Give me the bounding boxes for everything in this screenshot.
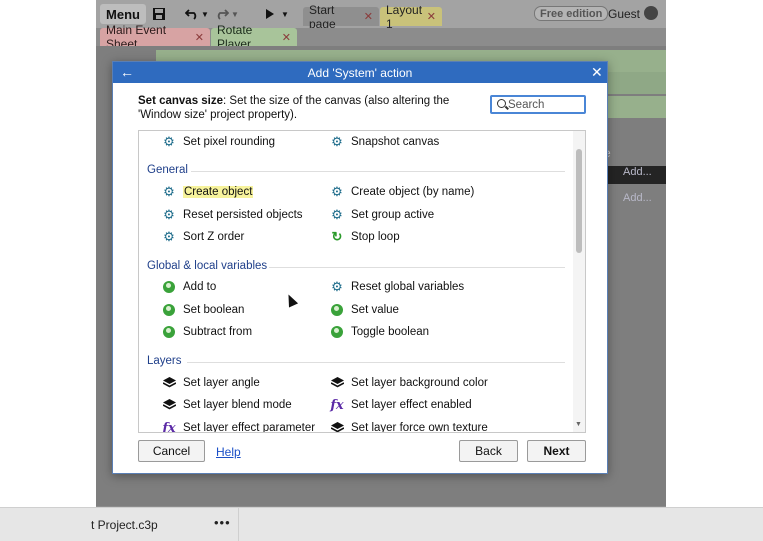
list-item[interactable]: Set layer force own texture [329,420,488,432]
description-title: Set canvas size [138,95,224,107]
gear-icon: ⚙ [163,184,175,199]
layers-icon [161,397,177,413]
list-item[interactable]: Set value [329,302,399,318]
search-input[interactable] [508,98,582,112]
menu-button[interactable]: Menu [100,4,146,24]
list-item[interactable]: ⚙ Reset global variables [329,279,464,295]
gear-icon: ⚙ [331,279,343,294]
list-item[interactable]: fx Set layer effect parameter [161,420,315,433]
dialog-title: Add 'System' action [307,66,413,80]
add-action-link[interactable]: Add... [623,192,652,204]
close-icon[interactable]: ✕ [591,64,603,81]
group-title-general: General [147,164,188,176]
close-icon[interactable]: ✕ [427,10,436,23]
close-icon[interactable]: ✕ [282,31,291,44]
list-item[interactable]: ⚙ Create object [161,184,254,200]
layers-icon [161,375,177,391]
action-description: Set canvas size: Set the size of the can… [138,94,483,122]
list-item[interactable]: ⚙ Create object (by name) [329,184,474,200]
add-action-dialog: ← Add 'System' action ✕ Set canvas size:… [112,61,608,474]
gear-icon: ⚙ [163,207,175,222]
scrollbar[interactable]: ▼ [573,131,585,432]
tab-label: Start page [309,2,336,31]
fx-icon: fx [162,420,176,433]
divider [191,171,565,172]
user-label[interactable]: Guest [608,7,640,21]
fx-icon: fx [330,397,344,413]
globe-icon [161,279,177,295]
list-item[interactable]: Toggle boolean [329,324,429,340]
group-title-layers: Layers [147,355,182,367]
help-link[interactable]: Help [216,445,241,459]
cancel-button[interactable]: Cancel [138,440,205,462]
list-item[interactable]: fx Set layer effect enabled [329,397,471,413]
list-item[interactable]: Set layer angle [161,375,260,391]
group-title-variables: Global & local variables [147,260,268,272]
back-button[interactable]: Back [459,440,518,462]
list-item[interactable]: ⚙ Sort Z order [161,229,244,245]
list-item[interactable]: Add to [161,279,216,295]
divider [269,267,565,268]
layers-icon [329,375,345,391]
globe-icon [161,324,177,340]
globe-icon [329,302,345,318]
undo-icon[interactable] [184,4,200,24]
list-item[interactable]: ⚙ Snapshot canvas [329,134,439,150]
sheet-tab-bar: Main Event Sheet ✕ Rotate Player ✕ [96,23,666,51]
redo-dropdown-icon[interactable]: ▼ [230,4,240,24]
list-item[interactable]: Set layer blend mode [161,397,292,413]
list-item[interactable]: ↻ Stop loop [329,229,400,245]
gear-icon: ⚙ [163,229,175,244]
add-action-link[interactable]: Add... [623,166,652,178]
undo-dropdown-icon[interactable]: ▼ [200,4,210,24]
list-item[interactable]: Subtract from [161,324,252,340]
project-name[interactable]: t Project.c3p [91,518,158,532]
edition-badge[interactable]: Free edition [534,6,609,21]
close-icon[interactable]: ✕ [195,31,204,44]
list-item[interactable]: ⚙ Set group active [329,207,434,223]
tab-rotate-player[interactable]: Rotate Player ✕ [211,23,297,51]
next-button[interactable]: Next [527,440,586,462]
divider [238,508,239,541]
list-item[interactable]: Set layer background color [329,375,488,391]
redo-icon[interactable] [214,4,230,24]
chevron-down-icon[interactable]: ▼ [575,421,582,428]
tab-label: Layout 1 [386,2,423,31]
search-box[interactable] [490,95,586,114]
list-item[interactable]: Set boolean [161,302,244,318]
gear-icon: ⚙ [331,207,343,222]
globe-icon [329,324,345,340]
avatar[interactable] [644,6,658,20]
dialog-titlebar: ← Add 'System' action ✕ [113,62,607,83]
globe-icon [161,302,177,318]
loop-icon: ↻ [331,229,343,244]
play-icon[interactable] [262,4,278,24]
action-list[interactable]: ⚙ Set pixel rounding ⚙ Snapshot canvas G… [138,130,586,433]
more-options-icon[interactable]: ••• [214,515,231,530]
close-icon[interactable]: ✕ [364,10,373,23]
gear-icon: ⚙ [331,134,343,149]
save-icon[interactable] [150,4,168,24]
search-icon [497,99,506,108]
list-item[interactable]: ⚙ Set pixel rounding [161,134,275,150]
divider [187,362,565,363]
scrollbar-thumb[interactable] [576,149,582,253]
tab-main-event-sheet[interactable]: Main Event Sheet ✕ [100,23,210,51]
tab-start-page[interactable]: Start page ✕ [303,3,379,31]
layers-icon [329,420,345,432]
gear-icon: ⚙ [331,184,343,199]
gear-icon: ⚙ [163,134,175,149]
tab-layout-1[interactable]: Layout 1 ✕ [380,3,442,31]
list-item[interactable]: ⚙ Reset persisted objects [161,207,302,223]
play-dropdown-icon[interactable]: ▼ [280,4,290,24]
